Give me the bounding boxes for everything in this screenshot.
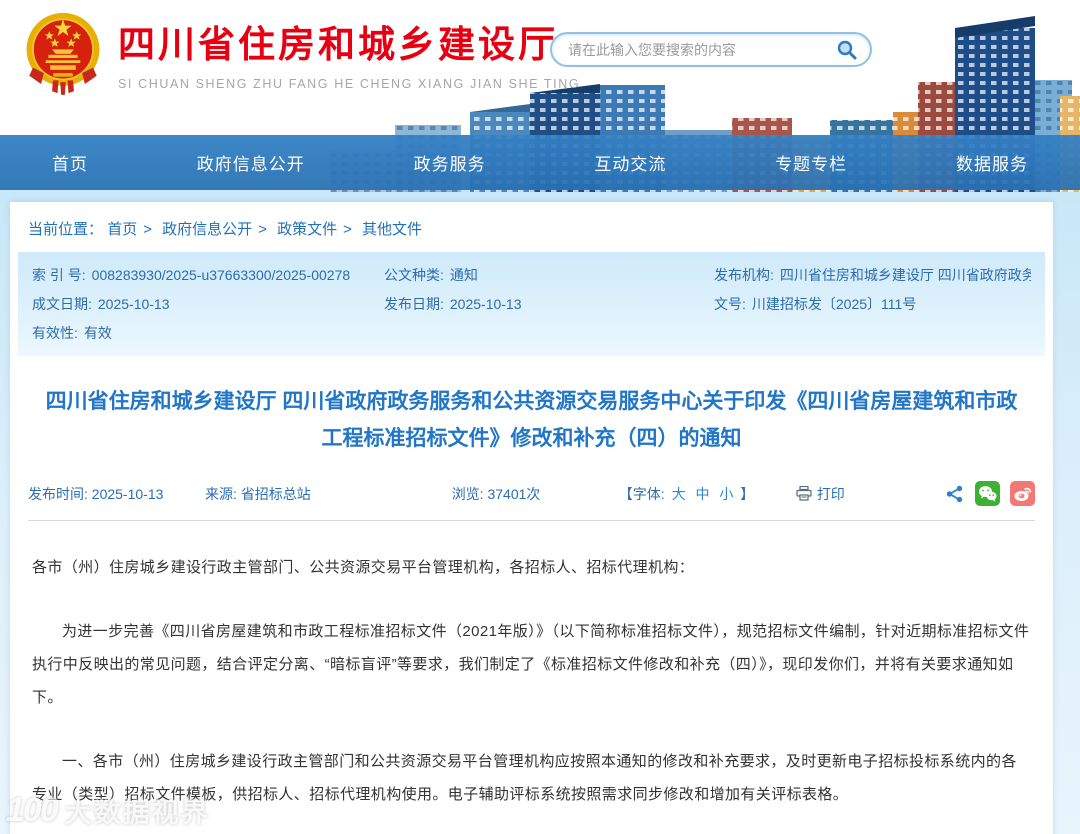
site-title: 四川省住房和城乡建设厅 <box>118 25 558 66</box>
meta-issuing-agency: 发布机构:四川省住房和城乡建设厅 四川省政府政务服... <box>714 267 1031 283</box>
view-count: 浏览: 37401次 <box>451 485 541 502</box>
site-header: 四川省住房和城乡建设厅 SI CHUAN SHENG ZHU FANG HE C… <box>0 0 1080 192</box>
search-button[interactable] <box>836 39 858 61</box>
nav-item-home[interactable]: 首页 <box>52 150 88 175</box>
document-meta-box: 索 引 号: 008283930/2025-u37663300/2025-0027… <box>18 252 1045 356</box>
article-title: 四川省住房和城乡建设厅 四川省政府政务服务和公共资源交易服务中心关于印发《四川省… <box>45 390 1018 450</box>
breadcrumb-other-files[interactable]: 其他文件 <box>362 221 422 238</box>
search-input[interactable] <box>568 41 836 58</box>
article-paragraph: 各市（州）住房城乡建设行政主管部门、公共资源交易平台管理机构，各招标人、招标代理… <box>32 559 695 576</box>
print-button[interactable]: 打印 <box>796 484 945 504</box>
document-meta-grid: 索 引 号: 008283930/2025-u37663300/2025-0027… <box>32 265 1031 344</box>
meta-publish-date: 发布日期: 2025-10-13 <box>384 296 522 312</box>
nav-item-data-services[interactable]: 数据服务 <box>956 150 1028 175</box>
article-paragraph: 一、各市（州）住房城乡建设行政主管部门和公共资源交易平台管理机构应按照本通知的修… <box>32 753 1017 803</box>
site-logo-block: 四川省住房和城乡建设厅 SI CHUAN SHENG ZHU FANG HE C… <box>22 8 580 98</box>
main-navigation: 首页 政府信息公开 政务服务 互动交流 专题专栏 数据服务 <box>0 135 1080 190</box>
breadcrumb-separator: > <box>343 221 352 238</box>
font-size-switcher: 【字体: 大 中 小 】 <box>618 485 755 502</box>
wechat-share-button[interactable] <box>975 481 1000 506</box>
meta-document-number: 文号: 川建招标发〔2025〕111号 <box>714 296 917 312</box>
breadcrumb-label: 当前位置： <box>28 221 104 238</box>
nav-item-interaction[interactable]: 互动交流 <box>594 150 666 175</box>
article-info-row: 发布时间: 2025-10-13 来源: 省招标总站 浏览: 37401次 【字… <box>28 481 1035 521</box>
printer-icon <box>796 486 812 501</box>
article-body: 各市（州）住房城乡建设行政主管部门、公共资源交易平台管理机构，各招标人、招标代理… <box>10 521 1053 834</box>
nav-item-gov-info[interactable]: 政府信息公开 <box>197 150 305 175</box>
font-size-small-button[interactable]: 小 <box>719 486 733 502</box>
share-icon[interactable] <box>945 484 965 504</box>
meta-written-date: 成文日期: 2025-10-13 <box>32 296 170 312</box>
search-box <box>550 32 872 67</box>
article-source: 来源: 省招标总站 <box>205 485 311 502</box>
meta-validity: 有效性: 有效 <box>32 325 112 341</box>
wechat-icon <box>979 486 997 502</box>
font-size-large-button[interactable]: 大 <box>672 486 686 502</box>
content-container: 当前位置： 首页 > 政府信息公开 > 政策文件 > 其他文件 索 引 号: 00828… <box>10 202 1053 834</box>
nav-item-special-topics[interactable]: 专题专栏 <box>775 150 847 175</box>
breadcrumb-home[interactable]: 首页 <box>107 221 137 238</box>
breadcrumb-gov-info[interactable]: 政府信息公开 <box>162 221 252 238</box>
font-size-medium-button[interactable]: 中 <box>695 486 709 502</box>
publish-time: 发布时间: 2025-10-13 <box>28 485 164 502</box>
search-icon <box>837 40 857 59</box>
meta-document-type: 公文种类: 通知 <box>384 267 478 283</box>
meta-index-number: 索 引 号: 008283930/2025-u37663300/2025-0027… <box>32 267 351 283</box>
breadcrumb-separator: > <box>258 221 267 238</box>
weibo-share-button[interactable] <box>1010 481 1035 506</box>
article-paragraph: 为进一步完善《四川省房屋建筑和市政工程标准招标文件（2021年版）》（以下简称标… <box>32 623 1030 706</box>
breadcrumb: 当前位置： 首页 > 政府信息公开 > 政策文件 > 其他文件 <box>10 202 1053 252</box>
nav-item-services[interactable]: 政务服务 <box>414 150 486 175</box>
breadcrumb-policy-files[interactable]: 政策文件 <box>277 221 337 238</box>
share-icons-group <box>945 481 1035 506</box>
header-search <box>550 32 872 67</box>
site-subtitle-pinyin: SI CHUAN SHENG ZHU FANG HE CHENG XIANG J… <box>118 76 581 91</box>
breadcrumb-separator: > <box>143 221 152 238</box>
national-emblem-logo <box>26 12 100 95</box>
weibo-icon <box>1014 487 1032 501</box>
site-title-block: 四川省住房和城乡建设厅 SI CHUAN SHENG ZHU FANG HE C… <box>118 8 581 91</box>
